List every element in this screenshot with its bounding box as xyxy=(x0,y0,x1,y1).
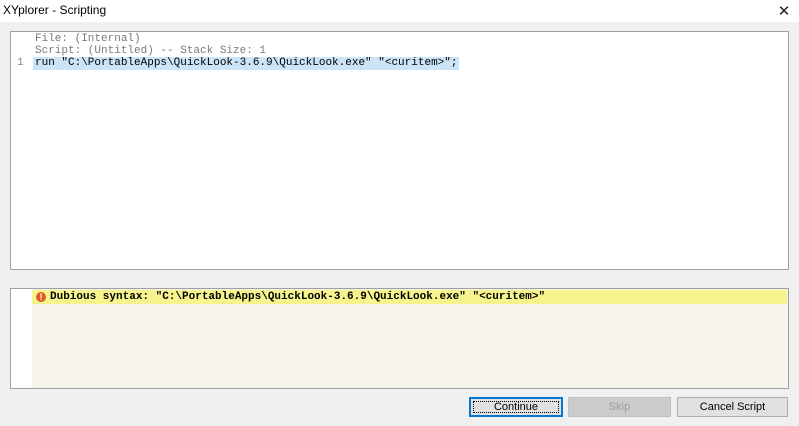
skip-label: Skip xyxy=(608,401,631,413)
window-title: XYplorer - Scripting xyxy=(3,3,107,17)
line-number: 1 xyxy=(17,57,24,69)
cancel-label: Cancel Script xyxy=(699,401,766,413)
cancel-script-button[interactable]: Cancel Script xyxy=(677,397,788,417)
message-gutter xyxy=(11,289,32,388)
script-file-info: File: (Internal) xyxy=(35,33,141,45)
close-icon[interactable]: ✕ xyxy=(769,0,799,22)
script-code-line[interactable]: run "C:\PortableApps\QuickLook-3.6.9\Qui… xyxy=(33,57,460,70)
warning-icon: ! xyxy=(36,292,46,302)
title-bar: XYplorer - Scripting ✕ xyxy=(0,0,799,22)
continue-button[interactable]: Continue xyxy=(469,397,563,417)
message-panel: ! Dubious syntax: "C:\PortableApps\Quick… xyxy=(10,288,789,389)
focus-rect xyxy=(473,401,559,413)
script-editor[interactable]: File: (Internal) Script: (Untitled) -- S… xyxy=(10,31,789,270)
message-text: Dubious syntax: "C:\PortableApps\QuickLo… xyxy=(50,291,546,303)
skip-button[interactable]: Skip xyxy=(568,397,671,417)
message-line: ! Dubious syntax: "C:\PortableApps\Quick… xyxy=(32,290,787,304)
script-stack-info: Script: (Untitled) -- Stack Size: 1 xyxy=(35,45,267,57)
